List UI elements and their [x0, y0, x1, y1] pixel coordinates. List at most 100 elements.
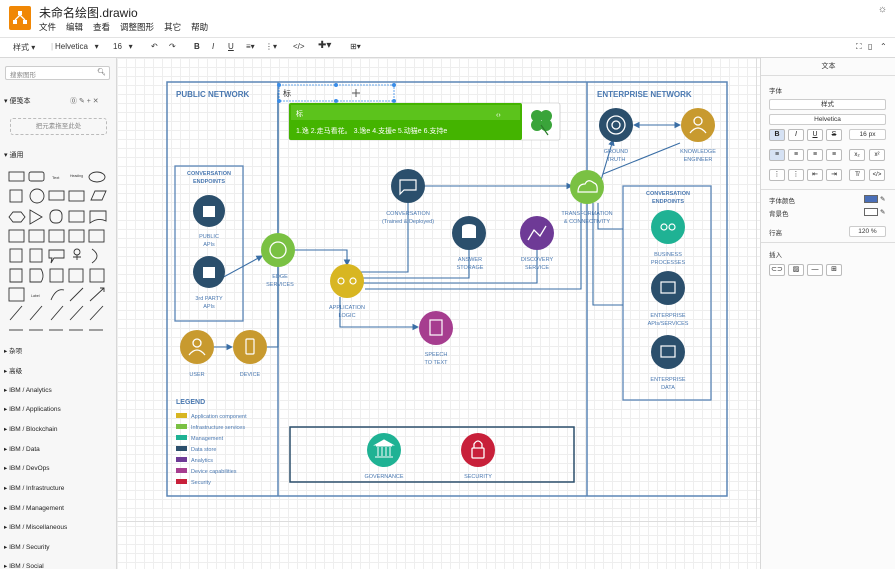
- menu-view[interactable]: 查看: [93, 21, 110, 33]
- font-size-dropdown[interactable]: 16 ▾: [113, 42, 133, 51]
- ime-candidate-popup[interactable]: 标 ‹› 1.逸 2.走马看花。 3.逸e 4.支援e 5.动猫e 6.支持e: [288, 102, 561, 141]
- library-advanced[interactable]: ▸ 高级: [4, 365, 22, 375]
- governance-node[interactable]: [367, 433, 401, 467]
- fullscreen-icon[interactable]: ⛶: [856, 42, 862, 52]
- theme-icon[interactable]: ☼: [878, 4, 887, 15]
- speech-to-text-node[interactable]: [419, 311, 453, 345]
- security-node[interactable]: [461, 433, 495, 467]
- menu-edit[interactable]: 编辑: [66, 21, 83, 33]
- document-title[interactable]: 未命名绘图.drawio: [39, 4, 138, 21]
- bold-icon[interactable]: B: [194, 42, 200, 51]
- indent-button[interactable]: ⇥: [826, 169, 842, 181]
- style-select[interactable]: 样式: [769, 99, 886, 110]
- underline-button[interactable]: U: [807, 129, 823, 141]
- search-input[interactable]: 搜索图形 🔍︎: [5, 66, 110, 80]
- diagram[interactable]: PUBLIC NETWORK ENTERPRISE NETWORK CONVER…: [117, 58, 760, 569]
- search-icon[interactable]: 🔍︎: [97, 68, 106, 76]
- move-handle-icon[interactable]: [352, 89, 360, 97]
- diagram-canvas[interactable]: PUBLIC NETWORK ENTERPRISE NETWORK CONVER…: [117, 58, 760, 569]
- underline-icon[interactable]: U: [228, 42, 234, 51]
- justify-button[interactable]: ≡: [826, 149, 842, 161]
- enterprise-apis-node[interactable]: [651, 271, 685, 305]
- scratchpad-actions[interactable]: ⓪ ✎ + ✕: [70, 96, 99, 106]
- legend-swatch: [176, 413, 187, 418]
- vertical-align-icon[interactable]: ⋮▾: [265, 42, 277, 51]
- pencil-icon[interactable]: ✎: [880, 208, 885, 216]
- ent-data-label: ENTERPRISE: [650, 377, 685, 383]
- italic-icon[interactable]: I: [212, 42, 214, 51]
- business-processes-node[interactable]: [651, 210, 685, 244]
- subscript-button[interactable]: x₂: [849, 149, 865, 161]
- library-misc[interactable]: ▸ 杂项: [4, 345, 22, 355]
- pencil-icon[interactable]: ✎: [880, 195, 885, 203]
- tab-text[interactable]: 文本: [761, 58, 895, 76]
- scratchpad-header[interactable]: ▾ 便笺本: [4, 96, 30, 106]
- library-ibm-miscellaneous[interactable]: ▸ IBM / Miscellaneous: [4, 523, 67, 531]
- bullet-list-button[interactable]: ⋮: [788, 169, 804, 181]
- ent-endpoints-line1: CONVERSATION: [646, 191, 690, 197]
- superscript-button[interactable]: x²: [869, 149, 885, 161]
- table-icon[interactable]: ⊞▾: [350, 42, 361, 51]
- redo-icon[interactable]: ↷: [169, 42, 176, 51]
- html-button[interactable]: </>: [869, 169, 885, 181]
- scratchpad-dropzone[interactable]: 把元素拖至此处: [10, 118, 107, 135]
- library-ibm-analytics[interactable]: ▸ IBM / Analytics: [4, 386, 52, 394]
- library-ibm-applications[interactable]: ▸ IBM / Applications: [4, 405, 61, 413]
- application-logic-node[interactable]: [330, 264, 364, 298]
- conversation-node[interactable]: [391, 169, 425, 203]
- ime-candidates[interactable]: 1.逸 2.走马看花。 3.逸e 4.支援e 5.动猫e 6.支持e: [296, 126, 447, 135]
- menu-help[interactable]: 帮助: [191, 21, 208, 33]
- library-ibm-devops[interactable]: ▸ IBM / DevOps: [4, 464, 50, 472]
- bold-button[interactable]: B: [769, 129, 785, 141]
- strikethrough-button[interactable]: S: [826, 129, 842, 141]
- style-dropdown[interactable]: 样式 ▾: [13, 42, 35, 53]
- align-icon[interactable]: ≡▾: [246, 42, 255, 51]
- library-ibm-blockchain[interactable]: ▸ IBM / Blockchain: [4, 425, 58, 433]
- governance-security-box[interactable]: [289, 426, 575, 483]
- device-node[interactable]: [233, 330, 267, 364]
- enterprise-data-node[interactable]: [651, 335, 685, 369]
- library-ibm-security[interactable]: ▸ IBM / Security: [4, 543, 50, 551]
- align-left-button[interactable]: ≡: [769, 149, 785, 161]
- font-color-swatch[interactable]: [864, 195, 878, 203]
- collapse-icon[interactable]: ⌃: [880, 42, 887, 51]
- text-selection-box[interactable]: [278, 84, 395, 102]
- general-shapes-palette[interactable]: Text Heading Label: [8, 170, 108, 335]
- svg-text:Label: Label: [31, 294, 40, 298]
- edge-services-label-2: SERVICES: [266, 282, 294, 288]
- library-ibm-management[interactable]: ▸ IBM / Management: [4, 504, 64, 512]
- insert-table-button[interactable]: ⊞: [826, 264, 842, 276]
- transformation-node[interactable]: [570, 170, 604, 204]
- numbered-list-button[interactable]: ⋮: [769, 169, 785, 181]
- insert-link-button[interactable]: ⊂⊃: [769, 264, 785, 276]
- edge-services-node[interactable]: [261, 233, 295, 267]
- library-ibm-data[interactable]: ▸ IBM / Data: [4, 445, 40, 453]
- menu-extras[interactable]: 其它: [164, 21, 181, 33]
- format-panel-icon[interactable]: ▯: [868, 42, 872, 51]
- enterprise-network-label: ENTERPRISE NETWORK: [597, 90, 692, 99]
- outdent-button[interactable]: ⇤: [807, 169, 823, 181]
- ime-arrows-icon[interactable]: ‹›: [496, 112, 501, 119]
- align-right-button[interactable]: ≡: [807, 149, 823, 161]
- insert-icon[interactable]: ✚▾: [318, 40, 331, 51]
- font-select[interactable]: Helvetica: [769, 114, 886, 125]
- ent-data-label-2: DATA: [661, 385, 675, 391]
- italic-button[interactable]: I: [788, 129, 804, 141]
- clear-format-button[interactable]: T̸: [849, 169, 865, 181]
- transformation-label: TRANSFORMATION: [561, 211, 612, 217]
- align-center-button[interactable]: ≡: [788, 149, 804, 161]
- html-icon[interactable]: </>: [293, 42, 305, 51]
- library-ibm-infrastructure[interactable]: ▸ IBM / Infrastructure: [4, 484, 64, 492]
- general-header[interactable]: ▾ 通用: [4, 150, 23, 160]
- font-family-dropdown[interactable]: Helvetica ▾: [55, 42, 99, 51]
- insert-hr-button[interactable]: —: [807, 264, 823, 276]
- bg-color-swatch[interactable]: [864, 208, 878, 216]
- menu-file[interactable]: 文件: [39, 21, 56, 33]
- font-size-input[interactable]: 16 px: [849, 129, 886, 140]
- editing-text[interactable]: 标: [283, 88, 291, 98]
- line-height-input[interactable]: 120 %: [849, 226, 886, 237]
- undo-icon[interactable]: ↶: [151, 42, 158, 51]
- menu-arrange[interactable]: 调整图形: [120, 21, 154, 33]
- ground-truth-node[interactable]: [599, 108, 633, 142]
- insert-image-button[interactable]: ▨: [788, 264, 804, 276]
